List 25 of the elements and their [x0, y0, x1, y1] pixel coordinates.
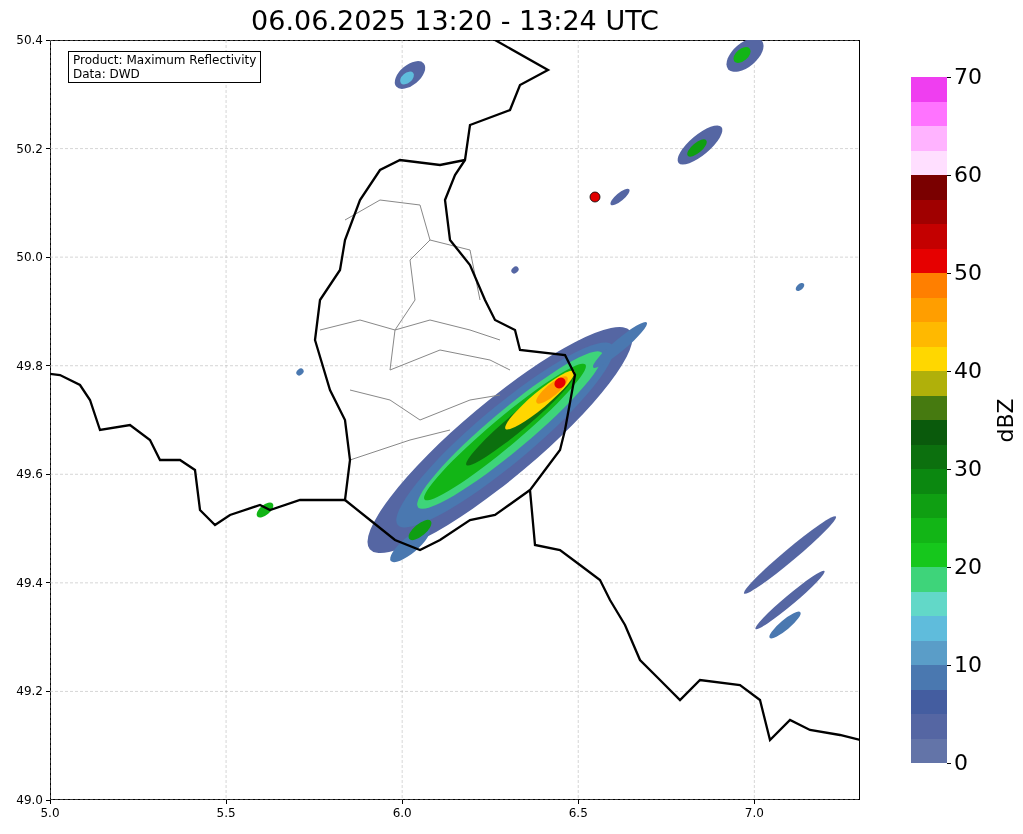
- colorbar-tick-label: 40: [954, 360, 982, 382]
- y-tick-label: 49.4: [16, 574, 43, 592]
- colorbar-tick-label: 60: [954, 164, 982, 186]
- x-tick-label: 5.5: [216, 805, 236, 822]
- x-tick-label: 6.0: [392, 805, 412, 822]
- colorbar-tick-label: 10: [954, 654, 982, 676]
- y-tick-label: 49.8: [16, 357, 43, 375]
- y-tick-label: 49.2: [16, 683, 43, 701]
- y-tick-label: 50.0: [16, 249, 43, 267]
- x-tick-label: 6.5: [568, 805, 588, 822]
- y-tick-label: 49.0: [16, 792, 43, 808]
- x-tick-label: 5.0: [40, 805, 60, 822]
- x-tick-label: 7.0: [744, 805, 764, 822]
- annotation-line: Data: DWD: [73, 67, 141, 81]
- y-tick-label: 50.4: [16, 32, 43, 49]
- colorbar-tick-label: 20: [954, 556, 982, 578]
- colorbar-label: dBZ: [991, 397, 1019, 443]
- y-tick-label: 50.2: [16, 140, 43, 158]
- colorbar-tick-label: 70: [954, 66, 982, 88]
- colorbar-tick-label: 50: [954, 262, 982, 284]
- colorbar-tick-label: 30: [954, 458, 982, 480]
- y-tick-label: 49.6: [16, 466, 43, 484]
- chart-title: 06.06.2025 13:20 - 13:24 UTC: [251, 6, 659, 34]
- annotation-line: Product: Maximum Reflectivity: [73, 53, 257, 67]
- colorbar-tick-label: 0: [954, 752, 968, 774]
